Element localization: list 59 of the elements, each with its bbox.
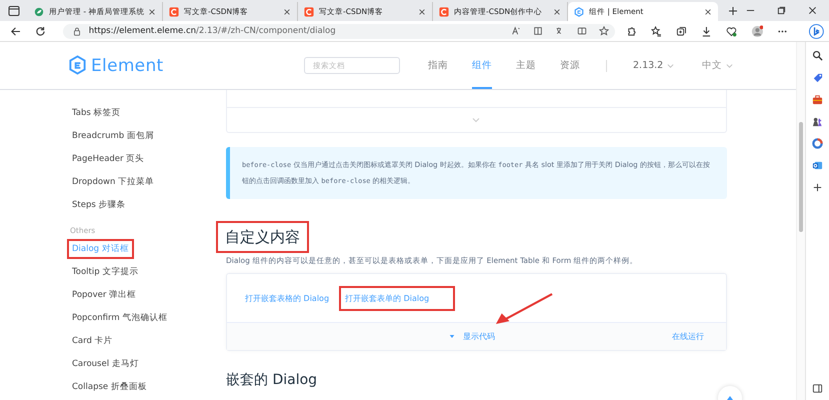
back-icon[interactable] [10, 26, 21, 36]
close-icon[interactable] [148, 8, 156, 16]
lock-icon[interactable] [72, 26, 81, 36]
profile-avatar-icon[interactable] [750, 24, 764, 38]
tag-icon[interactable] [812, 72, 823, 83]
annotation-arrow [494, 292, 554, 327]
sidebar-item[interactable]: Popconfirm 气泡确认框 [67, 308, 172, 328]
version-dropdown[interactable]: 2.13.2 [633, 60, 664, 71]
copilot-icon[interactable] [809, 24, 824, 38]
hexagon-logo-icon[interactable] [68, 55, 87, 76]
sidebar-item[interactable]: Tooltip 文字提示 [67, 262, 144, 282]
section-heading: 嵌套的 Dialog [226, 371, 318, 389]
sidebar-item[interactable]: Card 卡片 [67, 330, 118, 350]
split-screen-icon[interactable] [577, 26, 588, 36]
nav-link[interactable]: 资源 [560, 42, 580, 89]
sidebar-item[interactable]: Collapse 折叠面板 [67, 376, 152, 396]
csdn-favicon-icon [169, 6, 179, 16]
tab-actions-icon[interactable] [8, 4, 20, 16]
mail-icon[interactable] [812, 160, 823, 171]
csdn-favicon-icon [439, 6, 449, 16]
restore-icon[interactable] [777, 6, 786, 15]
search-icon[interactable] [812, 50, 823, 61]
sidebar-toggle-icon[interactable] [812, 383, 823, 394]
close-icon[interactable] [808, 6, 817, 15]
leaf-favicon-icon [34, 6, 44, 16]
section-heading: 自定义内容 [216, 221, 309, 253]
close-icon[interactable] [283, 8, 291, 16]
sidebar-item[interactable]: Steps 步骤条 [67, 194, 130, 214]
hexagon-favicon-icon [574, 6, 584, 16]
collections-icon[interactable] [676, 26, 687, 36]
star-icon[interactable] [599, 26, 610, 36]
nav-link[interactable]: 指南 [428, 42, 448, 89]
sidebar-item[interactable]: PageHeader 页头 [67, 148, 150, 168]
sidebar-item[interactable]: Popover 弹出框 [67, 284, 142, 304]
reader-icon[interactable] [533, 26, 544, 36]
extensions-icon[interactable] [626, 26, 638, 36]
new-tab-icon[interactable] [728, 6, 738, 16]
nav-link[interactable]: 主题 [516, 42, 536, 89]
read-aloud-icon[interactable] [511, 26, 522, 36]
sidebar-item[interactable]: Dropdown 下拉菜单 [67, 172, 160, 192]
sidebar-item[interactable]: Carousel 走马灯 [67, 354, 144, 374]
csdn-favicon-icon [304, 6, 314, 16]
sidebar-item[interactable]: Breadcrumb 面包屑 [67, 126, 159, 146]
office-icon[interactable] [812, 138, 823, 149]
scrollbar-thumb[interactable] [799, 122, 803, 232]
close-icon[interactable] [418, 8, 426, 16]
heart-icon[interactable] [726, 26, 737, 36]
toolbox-icon[interactable] [812, 94, 823, 105]
sidebar-item[interactable]: Tabs 标签页 [67, 102, 126, 122]
close-icon[interactable] [553, 8, 561, 16]
download-icon[interactable] [700, 26, 712, 36]
game-pieces-icon[interactable] [812, 116, 823, 127]
triangle-up-icon[interactable] [726, 395, 734, 400]
reload-icon[interactable] [34, 26, 46, 36]
triangle-down-icon[interactable] [449, 334, 455, 339]
add-icon[interactable] [812, 182, 823, 193]
close-icon[interactable] [704, 8, 712, 16]
favorites-icon[interactable] [651, 26, 662, 36]
address-field[interactable]: https://element.eleme.cn/2.13/#/zh-CN/component/dialog [62, 24, 616, 38]
